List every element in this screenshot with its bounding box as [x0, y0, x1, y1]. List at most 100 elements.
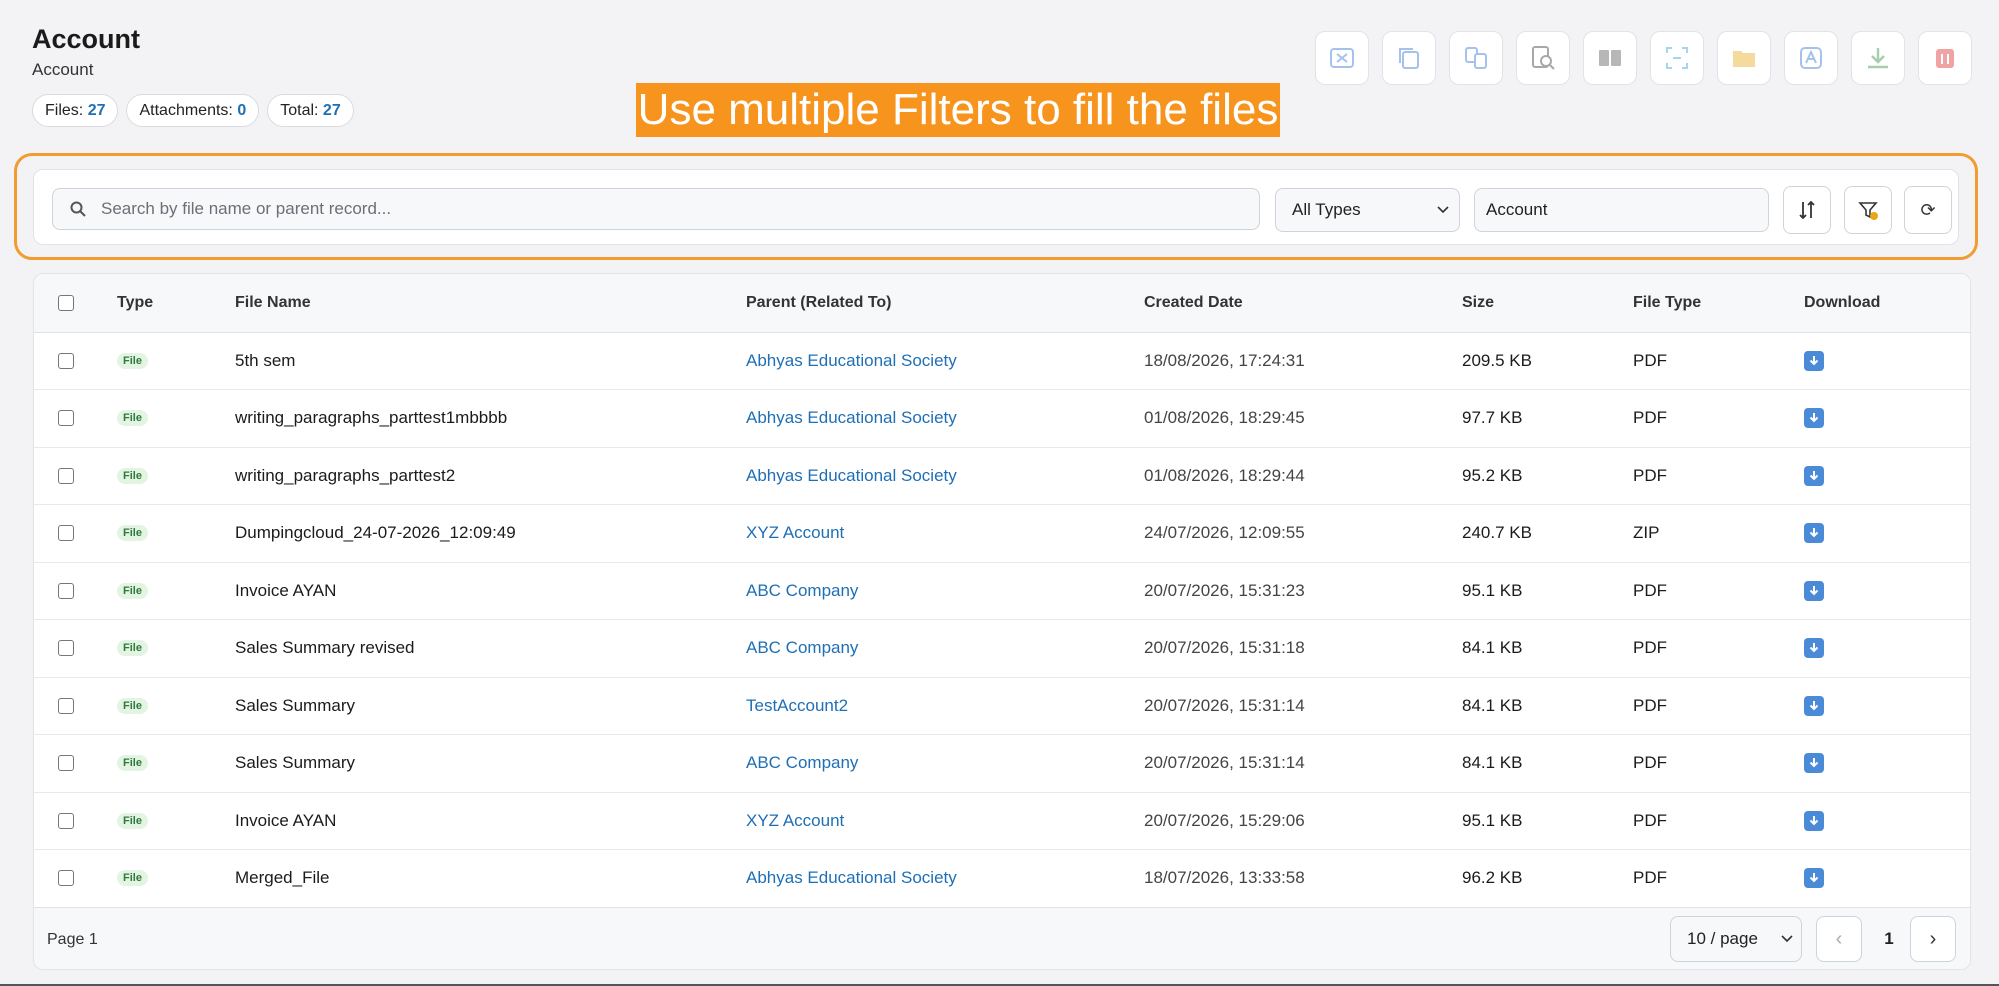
attachments-count-pill: Attachments: 0 [126, 94, 260, 127]
parent-record-link[interactable]: Abhyas Educational Society [746, 447, 957, 504]
parent-record-link[interactable]: Abhyas Educational Society [746, 850, 957, 907]
header-created-date[interactable]: Created Date [1144, 274, 1243, 332]
annotation-banner: Use multiple Filters to fill the files [636, 83, 1280, 137]
header-parent[interactable]: Parent (Related To) [746, 274, 892, 332]
parent-record-link[interactable]: Abhyas Educational Society [746, 390, 957, 447]
download-icon[interactable] [1804, 868, 1824, 888]
file-size: 96.2 KB [1462, 868, 1523, 887]
parent-record-link[interactable]: Abhyas Educational Society [746, 332, 957, 389]
table-row: File Invoice AYAN XYZ Account 20/07/2026, 1… [34, 792, 1970, 850]
file-size: 95.1 KB [1462, 810, 1523, 830]
refresh-button[interactable]: ⟳ [1904, 186, 1952, 234]
convert-button[interactable] [1449, 31, 1503, 85]
stat-label: Total: [280, 102, 319, 119]
row-checkbox[interactable] [58, 640, 74, 656]
sort-button[interactable] [1783, 186, 1831, 234]
table-row: File Invoice AYAN ABC Company 20/07/2026, 1… [34, 562, 1970, 620]
convert-icon [1465, 47, 1487, 69]
table-row: File Merged_File Abhyas Educational Societ… [34, 850, 1970, 908]
chevron-left-icon: ‹ [1835, 927, 1843, 950]
table-row: File Sales Summary TestAccount2 20/07/2026,… [34, 677, 1970, 735]
delete-button[interactable] [1918, 31, 1972, 85]
row-checkbox[interactable] [58, 352, 74, 369]
file-extension: PDF [1633, 810, 1667, 830]
search-box[interactable] [52, 188, 1260, 230]
parent-record-link[interactable]: ABC Company [746, 735, 858, 792]
file-type-badge: File [117, 697, 148, 714]
header-download: Download [1804, 294, 1881, 311]
files-count-pill: Files: 27 [32, 94, 119, 127]
file-type-badge: File [117, 410, 148, 426]
stat-label: Attachments: [139, 102, 233, 119]
row-checkbox[interactable] [58, 525, 74, 541]
header-file-name[interactable]: File Name [235, 274, 311, 332]
download-icon[interactable] [1804, 350, 1824, 371]
header-size[interactable]: Size [1462, 274, 1494, 332]
download-icon[interactable] [1804, 638, 1824, 658]
folder-button[interactable] [1717, 31, 1771, 85]
file-size: 84.1 KB [1462, 753, 1523, 772]
clear-filter-button[interactable] [1844, 186, 1892, 234]
select-all-checkbox[interactable] [58, 295, 74, 311]
row-checkbox[interactable] [58, 467, 74, 484]
file-name: 5th sem [235, 350, 296, 370]
merge-pdf-button[interactable] [1315, 31, 1369, 85]
row-checkbox[interactable] [58, 410, 74, 426]
row-checkbox[interactable] [58, 697, 74, 714]
file-extension: PDF [1633, 753, 1667, 772]
table-row: File Sales Summary revised ABC Company 20/0… [34, 620, 1970, 678]
prev-page-button[interactable]: ‹ [1816, 916, 1862, 962]
created-date: 20/07/2026, 15:31:23 [1144, 580, 1305, 600]
download-all-button[interactable] [1851, 31, 1905, 85]
download-icon[interactable] [1804, 810, 1824, 831]
preview-icon [1532, 46, 1555, 70]
page-size-select[interactable]: 10 / page [1670, 916, 1802, 962]
table-row: File writing_paragraphs_parttest1mbbbb Abh… [34, 390, 1970, 448]
created-date: 20/07/2026, 15:29:06 [1144, 810, 1305, 830]
created-date: 24/07/2026, 12:09:55 [1144, 523, 1305, 542]
type-select[interactable]: All Types [1275, 188, 1460, 232]
stat-value: 0 [237, 102, 247, 119]
file-extension: PDF [1633, 350, 1667, 370]
download-icon[interactable] [1804, 408, 1824, 428]
current-page-number[interactable]: 1 [1872, 916, 1906, 962]
parent-record-link[interactable]: XYZ Account [746, 505, 844, 562]
object-filter-field[interactable]: Account [1474, 188, 1769, 232]
next-page-button[interactable]: › [1910, 916, 1956, 962]
row-checkbox[interactable] [58, 755, 74, 771]
table-row: File writing_paragraphs_parttest2 Abhyas E… [34, 447, 1970, 505]
translate-button[interactable] [1784, 31, 1838, 85]
preview-button[interactable] [1516, 31, 1570, 85]
parent-record-link[interactable]: TestAccount2 [746, 677, 848, 734]
refresh-icon: ⟳ [1920, 199, 1936, 220]
table-row: File Sales Summary ABC Company 20/07/2026, … [34, 735, 1970, 793]
created-date: 18/07/2026, 13:33:58 [1144, 868, 1305, 887]
search-input[interactable] [99, 198, 1259, 220]
folder-icon [1733, 51, 1755, 67]
download-icon[interactable] [1804, 695, 1824, 716]
compare-button[interactable] [1583, 31, 1637, 85]
row-checkbox[interactable] [58, 870, 74, 886]
parent-record-link[interactable]: XYZ Account [746, 792, 844, 849]
download-icon[interactable] [1804, 523, 1824, 543]
file-name: Merged_File [235, 868, 330, 887]
row-checkbox[interactable] [58, 812, 74, 829]
chevron-down-icon [1437, 206, 1449, 214]
stat-value: 27 [322, 102, 341, 119]
file-extension: PDF [1633, 638, 1667, 657]
action-toolbar [1315, 31, 1972, 85]
parent-record-link[interactable]: ABC Company [746, 562, 858, 619]
file-size: 95.2 KB [1462, 465, 1523, 485]
file-type-badge: File [117, 582, 148, 599]
page-header: Account Account Files: 27 Attachments: 0… [32, 22, 354, 127]
split-button[interactable] [1650, 31, 1704, 85]
created-date: 18/08/2026, 17:24:31 [1144, 350, 1305, 370]
download-icon[interactable] [1804, 580, 1824, 601]
download-icon[interactable] [1804, 465, 1824, 486]
parent-record-link[interactable]: ABC Company [746, 620, 858, 677]
row-checkbox[interactable] [58, 582, 74, 599]
copy-button[interactable] [1382, 31, 1436, 85]
file-extension: ZIP [1633, 523, 1660, 542]
download-icon[interactable] [1804, 753, 1824, 773]
file-name: Sales Summary revised [235, 638, 415, 657]
